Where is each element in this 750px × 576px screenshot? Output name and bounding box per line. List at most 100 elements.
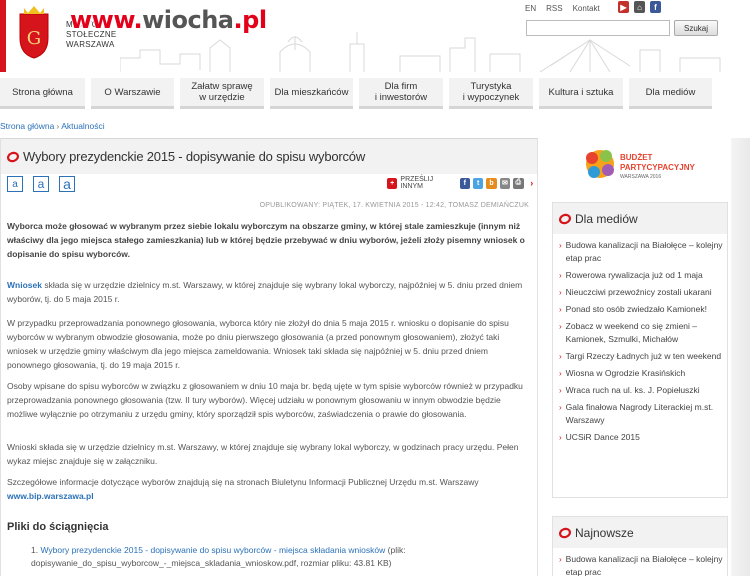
nav-item[interactable]: Dla mieszkańców xyxy=(270,78,353,109)
sidebar-news-item[interactable]: › Ponad sto osób zwiedzało Kamionek! xyxy=(559,303,723,316)
sidebar-news-label: Ponad sto osób zwiedzało Kamionek! xyxy=(565,304,707,314)
sidebar-news-label: Gala finałowa Nagrody Literackiej m.st. … xyxy=(565,402,714,425)
search-button[interactable]: Szukaj xyxy=(674,20,718,36)
sidebar-news-label: Targi Rzeczy Ładnych już w ten weekend xyxy=(565,351,722,361)
article-title: Wybory prezydenckie 2015 - dopisywanie d… xyxy=(23,149,366,164)
share-label[interactable]: PRZEŚLIJ INNYM xyxy=(400,176,454,190)
blip-share-icon[interactable]: b xyxy=(486,177,497,189)
top-links: EN RSS Kontakt xyxy=(525,4,600,13)
chevron-right-icon: › xyxy=(559,555,562,564)
sidebar-news-label: UCSiR Dance 2015 xyxy=(565,432,640,442)
article-paragraph: Wnioski składa się w urzędzie dzielnicy … xyxy=(7,442,519,466)
facebook-share-icon[interactable]: f xyxy=(459,177,470,189)
breadcrumb-separator: › xyxy=(56,121,60,131)
budget-text: PARTYCYPACYJNY xyxy=(620,163,695,172)
lang-en-link[interactable]: EN xyxy=(525,4,536,13)
budget-text: WARSZAWA 2016 xyxy=(620,174,661,180)
nav-item[interactable]: Kultura i sztuka xyxy=(539,78,623,109)
article-lead: Wyborca może głosować w wybranym przez s… xyxy=(7,221,525,259)
chevron-right-icon: › xyxy=(559,271,562,280)
media-list: › Budowa kanalizacji na Białołęce – kolej… xyxy=(553,234,727,452)
article-paragraph: W przypadku przeprowadzania ponownego gł… xyxy=(7,318,509,370)
sidebar-news-item[interactable]: › UCSiR Dance 2015 xyxy=(559,431,723,444)
sidebar-news-label: Nieuczciwi przewoźnicy zostali ukarani xyxy=(565,287,712,297)
logo-line: WARSZAWA xyxy=(66,40,115,49)
budget-text: BUDŻET xyxy=(620,153,653,162)
twitter-share-icon[interactable]: t xyxy=(472,177,484,189)
facebook-icon[interactable]: f xyxy=(650,1,661,13)
sidebar-news-item[interactable]: › Zobacz w weekend co się zmieni – Kamion… xyxy=(559,320,723,346)
paragraph-text: Szczegółowe informacje dotyczące wyborów… xyxy=(7,477,479,487)
participatory-budget-banner[interactable]: BUDŻET PARTYCYPACYJNY WARSZAWA 2016 xyxy=(552,138,728,194)
newest-box-header: Najnowsze xyxy=(553,517,727,548)
chevron-right-icon: › xyxy=(559,403,562,412)
search-input[interactable] xyxy=(526,20,670,36)
rss-link[interactable]: RSS xyxy=(546,4,562,13)
sidebar-news-item[interactable]: › Wiosna w Ogrodzie Krasińskich xyxy=(559,367,723,380)
main-nav: Strona główna O Warszawie Załatw sprawę w … xyxy=(0,78,750,112)
media-box: Dla mediów › Budowa kanalizacji na Białoł… xyxy=(552,202,728,498)
breadcrumb: Strona główna › Aktualności xyxy=(0,121,105,131)
article-paragraph: Osoby wpisane do spisu wyborców w związk… xyxy=(7,381,523,419)
media-box-header: Dla mediów xyxy=(553,203,727,234)
download-item: 1. Wybory prezydenckie 2015 - dopisywani… xyxy=(31,544,531,570)
sidebar-news-item[interactable]: › Nieuczciwi przewoźnicy zostali ukarani xyxy=(559,286,723,299)
font-small-button[interactable]: a xyxy=(7,176,23,192)
sidebar-news-label: Budowa kanalizacji na Białołęce – kolejn… xyxy=(565,240,723,263)
article: Wybory prezydenckie 2015 - dopisywanie d… xyxy=(0,138,538,576)
nav-item[interactable]: Strona główna xyxy=(0,78,85,109)
nav-item[interactable]: Dla firm i inwestorów xyxy=(359,78,443,109)
nav-item[interactable]: Turystyka i wypoczynek xyxy=(449,78,533,109)
sidebar-news-item[interactable]: › Budowa kanalizacji na Białołęce – kolej… xyxy=(559,553,723,576)
social-links: ▶ ⌂ f xyxy=(618,1,661,13)
breadcrumb-news[interactable]: Aktualności xyxy=(61,121,104,131)
bip-link[interactable]: www.bip.warszawa.pl xyxy=(7,491,94,501)
font-large-button[interactable]: a xyxy=(59,176,75,192)
svg-text:G: G xyxy=(27,28,41,49)
print-icon[interactable]: ⎙ xyxy=(513,177,524,189)
article-paragraph: Szczegółowe informacje dotyczące wyborów… xyxy=(7,475,529,503)
sidebar-news-item[interactable]: › Rowerowa rywalizacja już od 1 maja xyxy=(559,269,723,282)
warsaw-crest-logo[interactable]: G xyxy=(14,4,54,60)
font-medium-button[interactable]: a xyxy=(33,176,49,192)
site-header: G MIASTO STOŁECZNE WARSZAWA www.wiocha.p… xyxy=(0,0,750,78)
downloads-heading: Pliki do ściągnięcia xyxy=(7,521,109,533)
chevron-right-icon: › xyxy=(559,433,562,442)
chevron-right-icon: › xyxy=(559,288,562,297)
share-icon[interactable]: + xyxy=(387,177,398,189)
nav-item[interactable]: Dla mediów xyxy=(629,78,712,109)
article-meta: OPUBLIKOWANY: PIĄTEK, 17. KWIETNIA 2015 … xyxy=(259,202,529,209)
contact-link[interactable]: Kontakt xyxy=(573,4,600,13)
sidebar-news-item[interactable]: › Targi Rzeczy Ładnych już w ten weekend xyxy=(559,350,723,363)
newest-box-title: Najnowsze xyxy=(575,525,634,540)
chevron-right-icon[interactable]: › xyxy=(526,177,537,189)
chevron-right-icon: › xyxy=(559,305,562,314)
article-paragraph: Wniosek składa się w urzędzie dzielnicy … xyxy=(7,278,529,306)
city-skyline-illustration xyxy=(120,32,721,72)
sidebar-news-label: Zobacz w weekend co się zmieni – Kamione… xyxy=(565,321,698,344)
chevron-right-icon: › xyxy=(559,386,562,395)
font-size-controls: a a a xyxy=(7,176,75,192)
chevron-right-icon: › xyxy=(559,352,562,361)
download-link[interactable]: Wybory prezydenckie 2015 - dopisywanie d… xyxy=(40,545,385,555)
paragraph-text: składa się w urzędzie dzielnicy m.st. Wa… xyxy=(7,280,523,304)
sidebar-news-label: Wiosna w Ogrodzie Krasińskich xyxy=(565,368,686,378)
sidebar-news-label: Wraca ruch na ul. ks. J. Popiełuszki xyxy=(565,385,700,395)
nav-item[interactable]: O Warszawie xyxy=(91,78,174,109)
youtube-icon[interactable]: ▶ xyxy=(618,1,629,13)
newest-box: Najnowsze › Budowa kanalizacji na Białołę… xyxy=(552,516,728,576)
nav-item[interactable]: Załatw sprawę w urzędzie xyxy=(180,78,264,109)
brand-o-icon xyxy=(559,213,571,224)
sidebar-news-item[interactable]: › Gala finałowa Nagrody Literackiej m.st.… xyxy=(559,401,723,427)
application-link[interactable]: Wniosek xyxy=(7,280,42,290)
chevron-right-icon: › xyxy=(559,369,562,378)
newest-list: › Budowa kanalizacji na Białołęce – kolej… xyxy=(553,548,727,576)
breadcrumb-home[interactable]: Strona główna xyxy=(0,121,54,131)
email-icon[interactable]: ✉ xyxy=(499,177,511,189)
sidebar-news-item[interactable]: › Budowa kanalizacji na Białołęce – kolej… xyxy=(559,239,723,265)
sidebar-news-label: Rowerowa rywalizacja już od 1 maja xyxy=(565,270,703,280)
page-scroll-gutter xyxy=(731,138,750,576)
media-box-title: Dla mediów xyxy=(575,211,638,226)
sidebar-news-item[interactable]: › Wraca ruch na ul. ks. J. Popiełuszki xyxy=(559,384,723,397)
home-icon[interactable]: ⌂ xyxy=(634,1,645,13)
